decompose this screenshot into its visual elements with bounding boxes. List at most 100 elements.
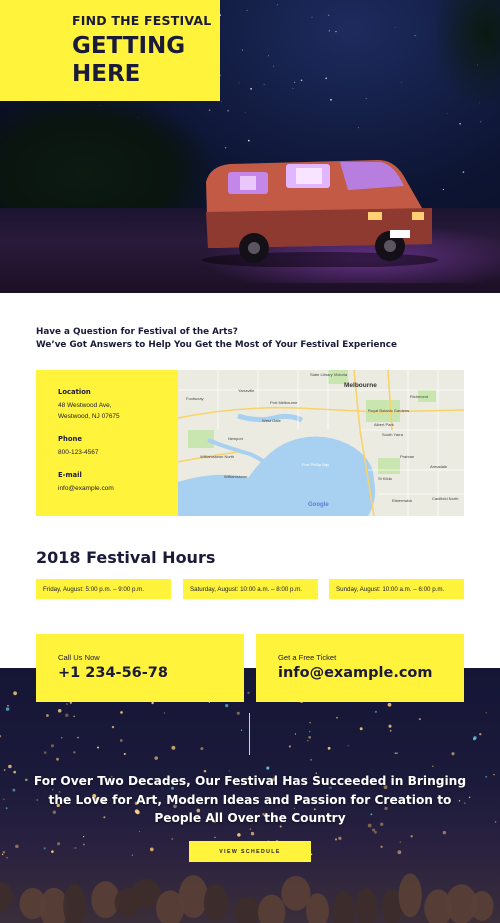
map-label-prahran: Prahran [400, 454, 414, 459]
hours-title: 2018 Festival Hours [36, 548, 216, 567]
bokeh-light [249, 828, 252, 830]
star [328, 30, 331, 32]
bokeh-light [74, 846, 77, 850]
tree-silhouette-right [430, 0, 500, 110]
bokeh-light [5, 807, 8, 810]
bokeh-light [387, 702, 392, 707]
bokeh-light [77, 736, 79, 739]
tree-silhouette [0, 95, 210, 225]
bokeh-light [83, 843, 85, 846]
ticket-label: Get a Free Ticket [278, 653, 337, 662]
map-label-williamstown: Williamstown [224, 474, 247, 479]
ticket-card[interactable]: Get a Free Ticket info@example.com [256, 634, 464, 702]
crowd-head [178, 875, 208, 919]
map-label-port-melbourne: Port Melbourne [270, 400, 298, 405]
bokeh-light [410, 835, 413, 838]
bokeh-light [200, 747, 204, 751]
bokeh-light [493, 773, 495, 776]
bokeh-light [111, 725, 115, 729]
crowd-head [0, 882, 14, 912]
bokeh-light [73, 715, 76, 718]
bokeh-light [397, 850, 402, 855]
phone-label: Phone [58, 435, 82, 443]
star [358, 127, 359, 129]
email-value[interactable]: info@example.com [58, 483, 178, 494]
bokeh-light [13, 770, 17, 774]
title-card: FIND THE FESTIVAL GETTING HERE [0, 0, 220, 101]
bokeh-light [451, 752, 455, 756]
map-label-melbourne: Melbourne [344, 382, 377, 389]
crowd-head [203, 884, 229, 922]
map-canvas[interactable]: Melbourne State Library Victoria Port Me… [178, 370, 464, 516]
bokeh-light [359, 727, 363, 731]
location-group: Location 48 Westwood Ave, Westwood, NJ 0… [58, 388, 178, 422]
question-block: Have a Question for Festival of the Arts… [36, 326, 476, 352]
star [394, 26, 396, 28]
crowd-head [333, 891, 355, 923]
bokeh-light [51, 850, 54, 853]
crowd-head [355, 888, 378, 923]
bokeh-light [399, 841, 402, 843]
location-map[interactable]: Melbourne State Library Victoria Port Me… [178, 370, 464, 516]
call-phone[interactable]: +1 234-56-78 [58, 665, 244, 681]
map-label-yarraville: Yarraville [238, 388, 255, 393]
star [335, 30, 337, 33]
star [247, 139, 250, 142]
bokeh-light [7, 704, 9, 707]
crowd-head [470, 891, 494, 921]
crowd-head [398, 873, 422, 918]
star [267, 55, 269, 57]
star [238, 82, 240, 84]
star [221, 100, 222, 102]
bokeh-light [3, 769, 6, 771]
address: 48 Westwood Ave, Westwood, NJ 07675 [58, 400, 178, 422]
bokeh-light [66, 703, 68, 705]
view-schedule-button[interactable]: VIEW SCHEDULE [189, 841, 311, 862]
bokeh-light [6, 857, 8, 859]
bokeh-light [43, 847, 46, 850]
bokeh-light [65, 713, 69, 717]
bokeh-light [394, 752, 397, 755]
ticket-email[interactable]: info@example.com [278, 665, 464, 681]
star [273, 65, 274, 67]
bokeh-light [494, 821, 497, 823]
question-line-1: Have a Question for Festival of the Arts… [36, 327, 238, 337]
bokeh-light [96, 746, 100, 749]
bokeh-light [310, 758, 313, 761]
phone-value[interactable]: 800-123-4567 [58, 447, 178, 458]
bokeh-light [334, 838, 338, 841]
star [442, 189, 444, 191]
map-label-williamstown-north: Williamstown North [200, 454, 234, 459]
bokeh-light [2, 851, 6, 854]
star [241, 49, 243, 51]
star [246, 9, 248, 11]
bokeh-light [247, 691, 250, 695]
bokeh-light [12, 788, 16, 792]
bokeh-light [389, 729, 392, 732]
bokeh-light [154, 756, 158, 760]
star [227, 109, 230, 112]
star [462, 171, 465, 173]
bokeh-light [372, 828, 376, 832]
bokeh-light [83, 836, 85, 838]
bokeh-light [120, 711, 123, 714]
email-label: E-mail [58, 471, 82, 479]
location-label: Location [58, 388, 91, 396]
bokeh-light [308, 730, 311, 733]
bokeh-light [171, 745, 176, 750]
bokeh-light [388, 724, 392, 728]
bokeh-light [163, 712, 166, 714]
map-label-armadale: Armadale [430, 464, 448, 469]
bokeh-light [61, 737, 63, 739]
bokeh-light [250, 831, 255, 836]
crowd-head [63, 884, 86, 923]
call-card[interactable]: Call Us Now +1 234-56-78 [36, 634, 244, 702]
bokeh-light [288, 745, 291, 748]
bokeh-light [473, 736, 477, 740]
star [263, 83, 265, 85]
google-logo: Google [308, 502, 329, 508]
hours-sunday: Sunday, August: 10:00 a.m. – 6:00 p.m. [329, 579, 464, 599]
star [459, 122, 461, 125]
star [330, 98, 332, 101]
bokeh-light [45, 714, 49, 717]
